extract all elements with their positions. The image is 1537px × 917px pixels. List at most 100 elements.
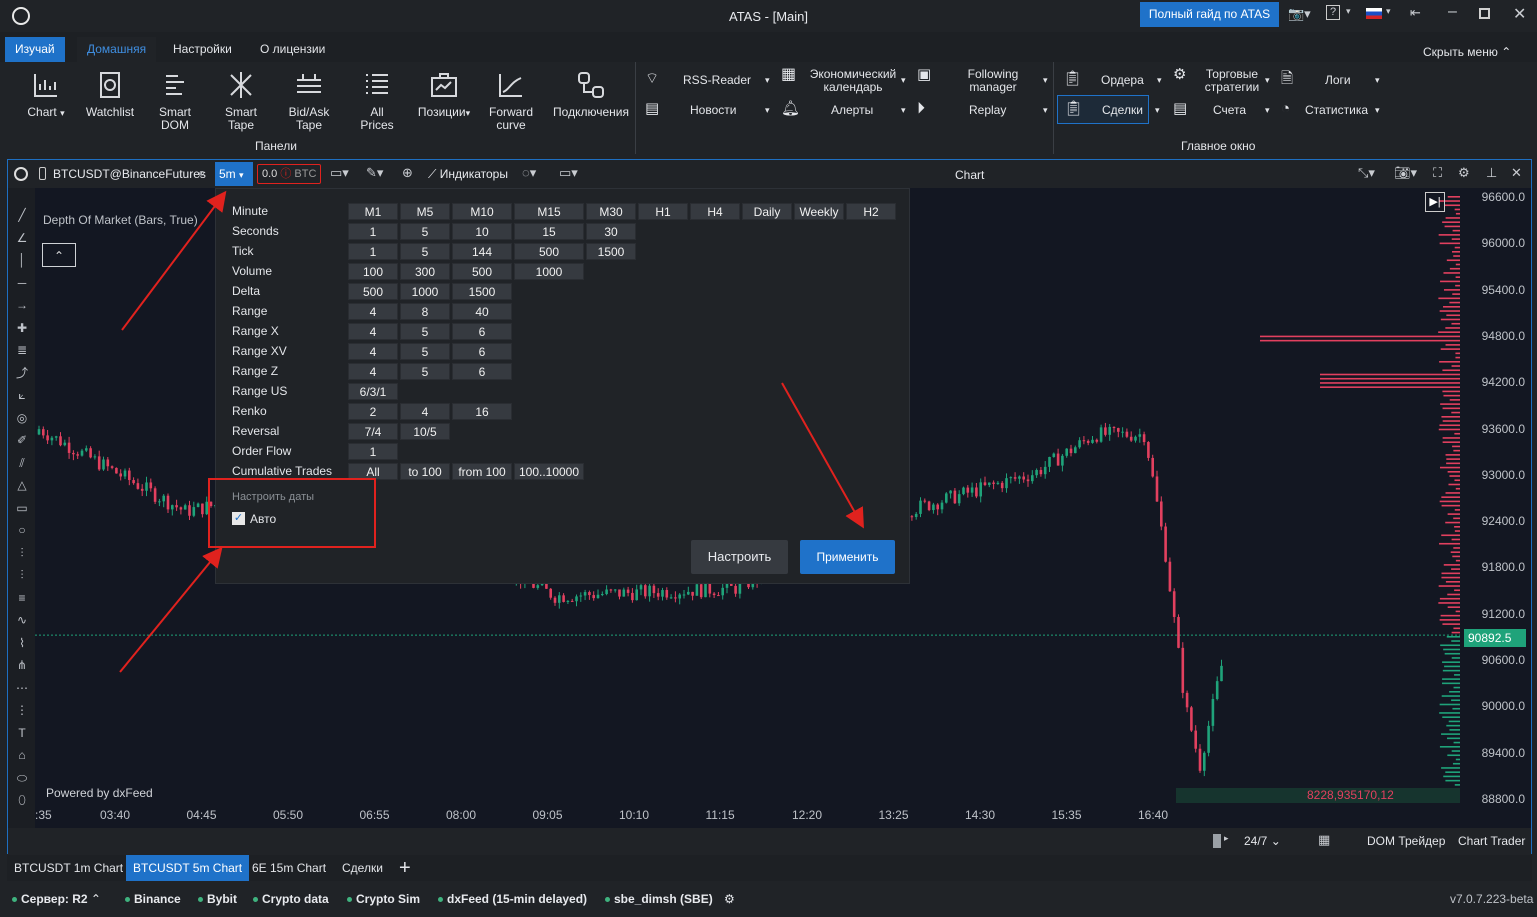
period-option[interactable]: 4 <box>348 343 398 360</box>
bid-ask-tape-button[interactable]: Bid/Ask Tape <box>283 70 335 132</box>
language-flag-icon[interactable] <box>1366 8 1382 19</box>
text-tool-icon[interactable]: T <box>15 722 29 745</box>
conn-bybit[interactable]: Bybit <box>198 892 237 906</box>
tab-btcusdt-1m[interactable]: BTCUSDT 1m Chart <box>7 855 130 881</box>
settings-gear-icon[interactable]: ⚙︎ <box>1458 165 1470 181</box>
conn-dxfeed[interactable]: dxFeed (15-min delayed) <box>438 892 587 906</box>
line-tool-icon[interactable]: ╱ <box>15 204 29 227</box>
positions-button[interactable]: Позиции▾ <box>411 70 477 120</box>
conn-binance[interactable]: Binance <box>125 892 181 906</box>
help-icon[interactable]: ? <box>1326 5 1340 20</box>
server-status[interactable]: Сервер: R2 ⌃ <box>12 892 101 906</box>
pin-chart-icon[interactable]: ⊥ <box>1486 165 1497 181</box>
period-option[interactable]: 40 <box>452 303 512 320</box>
period-option[interactable]: 10 <box>452 223 512 240</box>
volume-input[interactable]: 0.0 ⓘ BTC <box>257 164 321 184</box>
tab-license[interactable]: О лицензии <box>250 37 335 62</box>
period-option[interactable]: 144 <box>452 243 512 260</box>
all-prices-button[interactable]: All Prices <box>353 70 401 132</box>
period-option[interactable]: 5 <box>400 223 450 240</box>
period-option[interactable]: 1 <box>348 223 398 240</box>
horizontal-line-icon[interactable]: ─ <box>15 272 29 295</box>
period-option[interactable]: 10/5 <box>400 423 450 440</box>
tab-deals[interactable]: Сделки <box>335 855 390 881</box>
price-axis[interactable]: 96600.0 96000.0 95400.0 94800.0 94200.0 93600… <box>1460 188 1531 806</box>
chart-trader-button[interactable]: Chart Trader <box>1458 834 1525 848</box>
help-dropdown-icon[interactable]: ▾ <box>1346 6 1351 17</box>
channel-tool-icon[interactable]: ⫽ <box>15 452 29 475</box>
period-option[interactable]: 1500 <box>452 283 512 300</box>
period-option[interactable]: 500 <box>452 263 512 280</box>
period-option[interactable]: from 100 <box>452 463 512 480</box>
period-option[interactable]: 6/3/1 <box>348 383 398 400</box>
tab-learn[interactable]: Изучай <box>5 37 65 62</box>
period-option[interactable]: 300 <box>400 263 450 280</box>
period-option[interactable]: 1500 <box>586 243 636 260</box>
close-chart-icon[interactable]: ✕ <box>1511 165 1522 181</box>
timeframe-preset-h4[interactable]: H4 <box>690 203 740 220</box>
accounts-button[interactable]: ▤ Счета ▾ <box>1173 101 1270 117</box>
scroll-handle[interactable] <box>1213 834 1221 848</box>
period-option[interactable]: 30 <box>586 223 636 240</box>
maximize-icon[interactable] <box>1479 8 1490 19</box>
forward-curve-button[interactable]: Forward curve <box>485 70 537 132</box>
fullscreen-icon[interactable]: ⛶ <box>1433 165 1442 181</box>
curve-tool-icon[interactable]: ⤴ <box>15 362 29 385</box>
period-option[interactable]: 1000 <box>400 283 450 300</box>
lang-dropdown-icon[interactable]: ▾ <box>1386 6 1391 17</box>
camera-icon[interactable]: 📷▾ <box>1288 6 1311 22</box>
pencil-icon[interactable]: ✎▾ <box>366 165 383 181</box>
period-option[interactable]: 100 <box>348 263 398 280</box>
replay-button[interactable]: ⏵ Replay ▾ <box>917 101 1048 117</box>
layout-icon[interactable]: ▭▾ <box>559 165 578 181</box>
conn-crypto-sim[interactable]: Crypto Sim <box>347 892 420 906</box>
timeframe-preset-h2[interactable]: H2 <box>846 203 896 220</box>
tab-home[interactable]: Домашняя <box>77 37 157 62</box>
fib-tool-icon[interactable]: ⌇ <box>15 632 29 655</box>
wave-tool-icon[interactable]: ∿ <box>15 609 29 632</box>
search-icon[interactable]: ⌕ <box>198 165 205 181</box>
levels-tool-icon[interactable]: ≣ <box>15 339 29 362</box>
status-settings-icon[interactable]: ⚙︎ <box>724 892 735 906</box>
period-option[interactable]: 6 <box>452 323 512 340</box>
cross-tool-icon[interactable]: ✚ <box>15 317 29 340</box>
dom-trader-button[interactable]: DOM Трейдер <box>1367 834 1445 848</box>
time-axis[interactable]: :35 03:40 04:45 05:50 06:55 08:00 09:05 10:10 11… <box>35 803 1460 828</box>
news-button[interactable]: ▤ Новости ▾ <box>645 101 770 117</box>
period-option[interactable]: 4 <box>400 403 450 420</box>
timeframe-preset-m30[interactable]: M30 <box>586 203 636 220</box>
following-manager-button[interactable]: ▣ Following manager ▾ <box>917 67 1048 94</box>
period-option[interactable]: 1 <box>348 243 398 260</box>
smart-dom-button[interactable]: Smart DOM <box>151 70 199 132</box>
orders-button[interactable]: 📋︎ Ордера ▾ <box>1063 71 1162 87</box>
minimize-icon[interactable]: – <box>1448 3 1457 21</box>
period-option[interactable]: to 100 <box>400 463 450 480</box>
logs-button[interactable]: 🗎︎ Логи ▾ <box>1281 71 1380 87</box>
timeframe-preset-m1[interactable]: M1 <box>348 203 398 220</box>
period-option[interactable]: 1000 <box>514 263 584 280</box>
pin-icon[interactable]: ⇤ <box>1410 5 1421 21</box>
symbol-label[interactable]: BTCUSDT@BinanceFutures <box>53 167 206 181</box>
label-tool-icon[interactable]: ⬭ <box>15 767 29 790</box>
timeframe-preset-m10[interactable]: M10 <box>452 203 512 220</box>
watchlist-button[interactable]: Watchlist <box>81 70 139 119</box>
crosshair-icon[interactable]: ◌▾ <box>522 165 536 181</box>
period-option[interactable]: 100..10000 <box>514 463 584 480</box>
period-option[interactable]: 500 <box>514 243 584 260</box>
session-dropdown[interactable]: 24/7 ⌄ <box>1244 834 1281 848</box>
target-tool-icon[interactable]: ◎ <box>15 407 29 430</box>
period-option[interactable]: 7/4 <box>348 423 398 440</box>
configure-button[interactable]: Настроить <box>691 540 788 574</box>
collapse-indicator-button[interactable]: ⌃ <box>42 243 76 267</box>
arrow-tool-icon[interactable]: → <box>15 294 29 317</box>
apply-button[interactable]: Применить <box>800 540 895 574</box>
period-option[interactable]: 5 <box>400 243 450 260</box>
indicators-button[interactable]: ⟋ Индикаторы <box>428 167 508 182</box>
zoom-icon[interactable]: ⊕ <box>402 165 413 181</box>
period-option[interactable]: 4 <box>348 323 398 340</box>
period-option[interactable]: 1 <box>348 443 398 460</box>
smart-tape-button[interactable]: Smart Tape <box>217 70 265 132</box>
scroll-right-icon[interactable]: ▸ <box>1224 833 1229 844</box>
tab-6e-15m[interactable]: 6E 15m Chart <box>245 855 333 881</box>
period-option[interactable]: 2 <box>348 403 398 420</box>
